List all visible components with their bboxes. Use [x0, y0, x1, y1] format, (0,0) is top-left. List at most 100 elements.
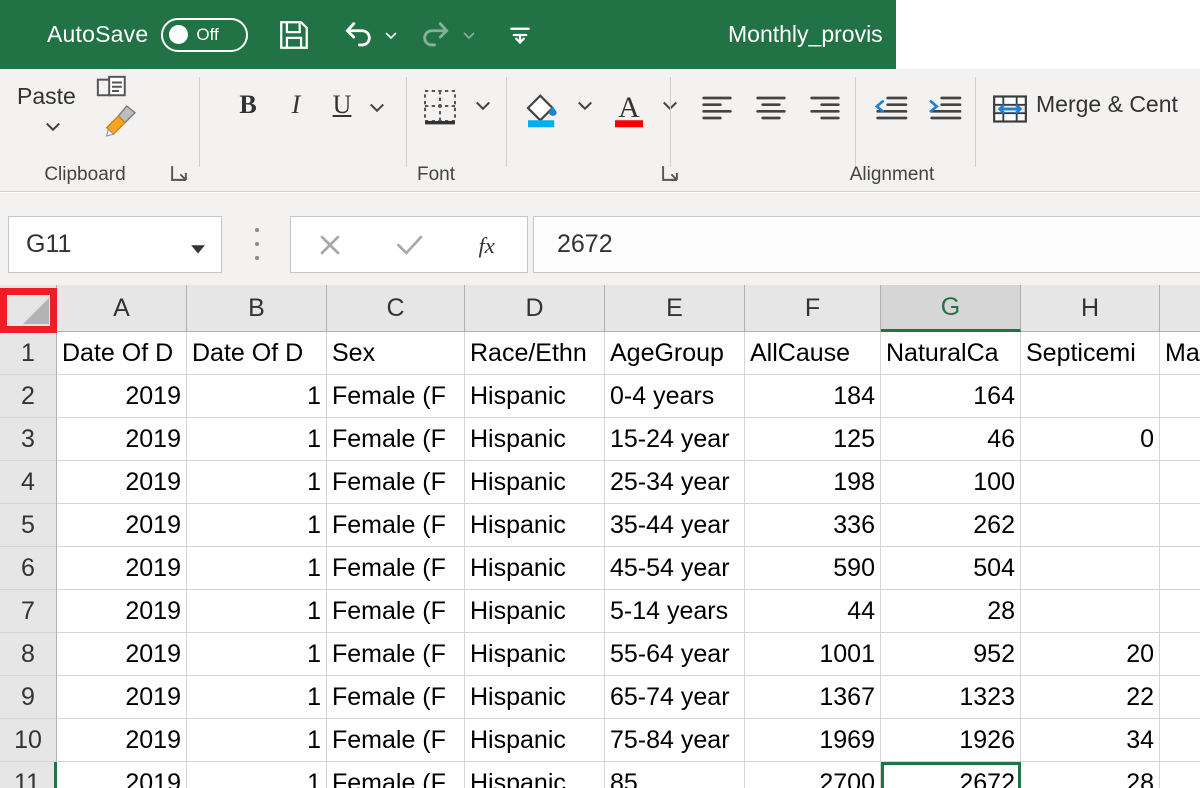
cell-D10[interactable]: Hispanic: [465, 719, 605, 762]
cell-F4[interactable]: 198: [745, 461, 881, 504]
row-header-5[interactable]: 5: [0, 504, 57, 547]
formula-input[interactable]: 2672: [533, 216, 1200, 273]
cell-D1[interactable]: Race/Ethn: [465, 332, 605, 375]
cell-A5[interactable]: 2019: [57, 504, 187, 547]
increase-indent-icon[interactable]: [922, 85, 968, 131]
cell-C7[interactable]: Female (F: [327, 590, 465, 633]
cell-H5[interactable]: [1021, 504, 1160, 547]
fill-color-dropdown-caret-icon[interactable]: [571, 91, 599, 119]
redo-dropdown-caret-icon[interactable]: [458, 27, 480, 43]
cell-C4[interactable]: Female (F: [327, 461, 465, 504]
cell-H9[interactable]: 22: [1021, 676, 1160, 719]
paste-button[interactable]: Paste: [17, 83, 76, 110]
column-header-e[interactable]: E: [605, 285, 745, 332]
cell-B10[interactable]: 1: [187, 719, 327, 762]
format-painter-icon[interactable]: [100, 101, 140, 146]
cell-C10[interactable]: Female (F: [327, 719, 465, 762]
cell-B2[interactable]: 1: [187, 375, 327, 418]
cell-E9[interactable]: 65-74 year: [605, 676, 745, 719]
cell-F10[interactable]: 1969: [745, 719, 881, 762]
cell-A3[interactable]: 2019: [57, 418, 187, 461]
font-color-icon[interactable]: A: [606, 83, 652, 133]
cell-I4[interactable]: [1160, 461, 1200, 504]
cell-F2[interactable]: 184: [745, 375, 881, 418]
cell-F11[interactable]: 2700: [745, 762, 881, 788]
cell-F6[interactable]: 590: [745, 547, 881, 590]
cell-D5[interactable]: Hispanic: [465, 504, 605, 547]
cell-I10[interactable]: [1160, 719, 1200, 762]
row-header-6[interactable]: 6: [0, 547, 57, 590]
cell-C9[interactable]: Female (F: [327, 676, 465, 719]
row-header-2[interactable]: 2: [0, 375, 57, 418]
cell-G1[interactable]: NaturalCa: [881, 332, 1021, 375]
cell-I6[interactable]: [1160, 547, 1200, 590]
cell-F8[interactable]: 1001: [745, 633, 881, 676]
cell-E8[interactable]: 55-64 year: [605, 633, 745, 676]
cell-I5[interactable]: [1160, 504, 1200, 547]
cell-C8[interactable]: Female (F: [327, 633, 465, 676]
cell-C3[interactable]: Female (F: [327, 418, 465, 461]
cell-E11[interactable]: 85: [605, 762, 745, 788]
row-header-4[interactable]: 4: [0, 461, 57, 504]
cell-G9[interactable]: 1323: [881, 676, 1021, 719]
cell-C6[interactable]: Female (F: [327, 547, 465, 590]
cell-I1[interactable]: Ma: [1160, 332, 1200, 375]
cell-B4[interactable]: 1: [187, 461, 327, 504]
cell-D3[interactable]: Hispanic: [465, 418, 605, 461]
cell-I8[interactable]: [1160, 633, 1200, 676]
cell-C2[interactable]: Female (F: [327, 375, 465, 418]
customize-quick-access-toolbar-icon[interactable]: [498, 11, 542, 59]
enter-icon[interactable]: [378, 222, 440, 267]
column-header-g[interactable]: G: [881, 285, 1021, 332]
cell-H11[interactable]: 28: [1021, 762, 1160, 788]
cell-E5[interactable]: 35-44 year: [605, 504, 745, 547]
cell-H6[interactable]: [1021, 547, 1160, 590]
cell-A7[interactable]: 2019: [57, 590, 187, 633]
cell-B11[interactable]: 1: [187, 762, 327, 788]
autosave-toggle[interactable]: Off: [161, 17, 249, 52]
row-header-10[interactable]: 10: [0, 719, 57, 762]
cell-H3[interactable]: 0: [1021, 418, 1160, 461]
cell-E6[interactable]: 45-54 year: [605, 547, 745, 590]
align-left-icon[interactable]: [694, 85, 740, 131]
underline-button[interactable]: U: [325, 87, 359, 123]
name-box-dropdown-caret-icon[interactable]: [187, 237, 209, 264]
cell-G6[interactable]: 504: [881, 547, 1021, 590]
cancel-icon[interactable]: [299, 222, 361, 267]
merge-center-button[interactable]: Merge & Cent: [1036, 91, 1178, 118]
cell-A10[interactable]: 2019: [57, 719, 187, 762]
cell-E2[interactable]: 0-4 years: [605, 375, 745, 418]
paste-dropdown-caret-icon[interactable]: [43, 116, 63, 141]
cell-A2[interactable]: 2019: [57, 375, 187, 418]
cell-F7[interactable]: 44: [745, 590, 881, 633]
row-header-3[interactable]: 3: [0, 418, 57, 461]
cell-G10[interactable]: 1926: [881, 719, 1021, 762]
align-right-icon[interactable]: [802, 85, 848, 131]
cell-E3[interactable]: 15-24 year: [605, 418, 745, 461]
cell-H8[interactable]: 20: [1021, 633, 1160, 676]
clipboard-dialog-launcher-icon[interactable]: [168, 162, 190, 184]
cell-D9[interactable]: Hispanic: [465, 676, 605, 719]
cell-D2[interactable]: Hispanic: [465, 375, 605, 418]
cell-G5[interactable]: 262: [881, 504, 1021, 547]
cell-H1[interactable]: Septicemi: [1021, 332, 1160, 375]
redo-icon[interactable]: [414, 11, 458, 59]
decrease-indent-icon[interactable]: [868, 85, 914, 131]
cell-F9[interactable]: 1367: [745, 676, 881, 719]
cell-A4[interactable]: 2019: [57, 461, 187, 504]
column-header-c[interactable]: C: [327, 285, 465, 332]
cell-F1[interactable]: AllCause: [745, 332, 881, 375]
cell-B1[interactable]: Date Of D: [187, 332, 327, 375]
save-icon[interactable]: [266, 11, 322, 59]
cell-G4[interactable]: 100: [881, 461, 1021, 504]
merge-center-icon[interactable]: [988, 87, 1032, 131]
undo-icon[interactable]: [336, 11, 380, 59]
formula-bar-drag-handle[interactable]: [250, 228, 264, 260]
cell-C1[interactable]: Sex: [327, 332, 465, 375]
cell-B7[interactable]: 1: [187, 590, 327, 633]
column-header-h[interactable]: H: [1021, 285, 1160, 332]
cell-G2[interactable]: 164: [881, 375, 1021, 418]
fill-color-icon[interactable]: [519, 83, 565, 133]
cell-D11[interactable]: Hispanic: [465, 762, 605, 788]
cell-D8[interactable]: Hispanic: [465, 633, 605, 676]
